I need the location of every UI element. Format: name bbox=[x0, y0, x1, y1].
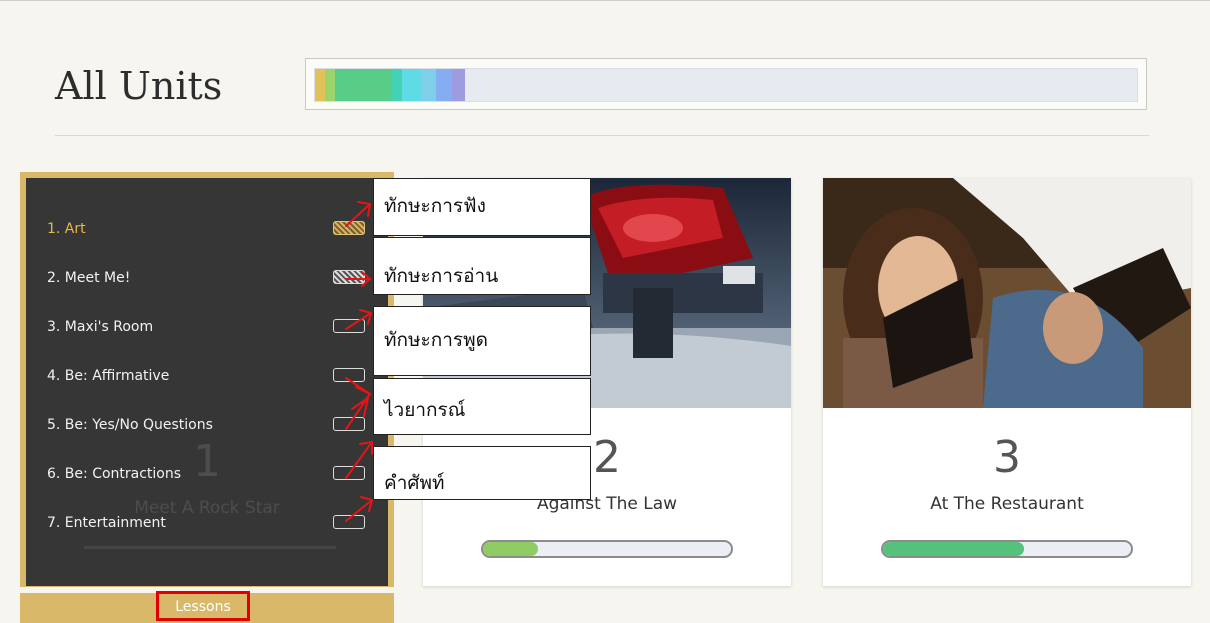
unit-photo-restaurant bbox=[823, 178, 1191, 408]
progress-segment bbox=[392, 69, 403, 101]
overall-progress-bar bbox=[305, 58, 1147, 110]
lesson-item[interactable]: 1. Art bbox=[47, 218, 365, 242]
page-title: All Units bbox=[55, 64, 223, 108]
overall-progress-track bbox=[314, 68, 1138, 102]
unit-progress-fill bbox=[883, 542, 1025, 556]
unit-progress-fill bbox=[483, 542, 538, 556]
lesson-list-panel: 1 Meet A Rock Star 1. Art 2. Meet Me! 3. M… bbox=[26, 178, 388, 586]
unit-title: At The Restaurant bbox=[930, 494, 1084, 514]
lesson-status-icon bbox=[333, 515, 365, 529]
unit-progress-bar bbox=[481, 540, 733, 558]
lesson-label: 3. Maxi's Room bbox=[47, 319, 154, 335]
lesson-status-icon bbox=[333, 417, 365, 431]
progress-segment bbox=[324, 69, 335, 101]
lesson-item[interactable]: 5. Be: Yes/No Questions bbox=[47, 414, 365, 438]
lesson-label: 2. Meet Me! bbox=[47, 270, 131, 286]
unit-card-1[interactable]: 1 Meet A Rock Star 1. Art 2. Meet Me! 3. M… bbox=[20, 172, 394, 623]
lessons-tab[interactable]: Lessons bbox=[156, 591, 250, 621]
lesson-label: 4. Be: Affirmative bbox=[47, 368, 170, 384]
callout-reading: ทักษะการอ่าน bbox=[373, 237, 591, 295]
callout-speaking: ทักษะการพูด bbox=[373, 306, 591, 376]
lesson-item[interactable]: 4. Be: Affirmative bbox=[47, 365, 365, 389]
lesson-status-icon bbox=[333, 221, 365, 235]
top-divider bbox=[0, 0, 1210, 1]
lesson-status-icon bbox=[333, 319, 365, 333]
unit-progress-bar bbox=[84, 546, 336, 549]
lesson-item[interactable]: 7. Entertainment bbox=[47, 512, 365, 536]
lesson-label: 5. Be: Yes/No Questions bbox=[47, 417, 213, 433]
lesson-item[interactable]: 6. Be: Contractions bbox=[47, 463, 365, 487]
unit-number: 3 bbox=[993, 432, 1021, 483]
progress-segment bbox=[334, 69, 393, 101]
lesson-status-icon bbox=[333, 368, 365, 382]
lesson-label: 6. Be: Contractions bbox=[47, 466, 182, 482]
callout-vocabulary: คำศัพท์ bbox=[373, 446, 591, 500]
unit-card-3[interactable]: 3 At The Restaurant bbox=[823, 178, 1191, 586]
lesson-item[interactable]: 2. Meet Me! bbox=[47, 267, 365, 291]
progress-segment bbox=[452, 69, 466, 101]
lesson-status-icon bbox=[333, 466, 365, 480]
progress-segment bbox=[315, 69, 325, 101]
title-divider bbox=[55, 135, 1149, 136]
unit-progress-bar bbox=[881, 540, 1133, 558]
callout-listening: ทักษะการฟัง bbox=[373, 178, 591, 236]
progress-segment bbox=[421, 69, 436, 101]
lesson-status-icon bbox=[333, 270, 365, 284]
progress-segment bbox=[402, 69, 421, 101]
progress-segment bbox=[435, 69, 453, 101]
lesson-item[interactable]: 3. Maxi's Room bbox=[47, 316, 365, 340]
lesson-label: 1. Art bbox=[47, 221, 86, 237]
callout-grammar: ไวยากรณ์ bbox=[373, 378, 591, 435]
lessons-footer: Lessons bbox=[20, 591, 394, 623]
lesson-label: 7. Entertainment bbox=[47, 515, 166, 531]
